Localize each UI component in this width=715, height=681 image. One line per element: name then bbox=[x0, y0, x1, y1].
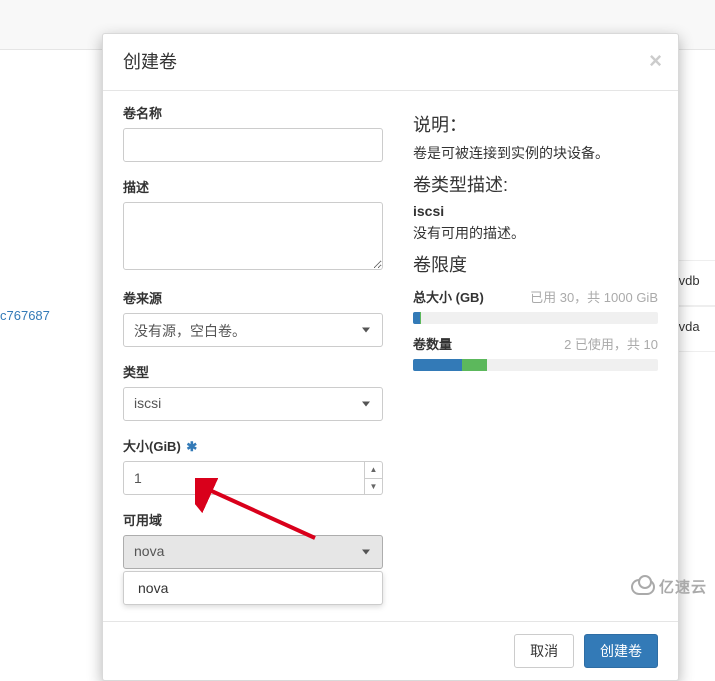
az-select[interactable]: nova bbox=[123, 535, 383, 569]
cloud-icon bbox=[631, 579, 655, 595]
modal-footer: 取消 创建卷 bbox=[103, 621, 678, 680]
close-icon[interactable]: × bbox=[649, 48, 662, 74]
info-column: 说明： 卷是可被连接到实例的块设备。 卷类型描述: iscsi 没有可用的描述。… bbox=[398, 103, 658, 605]
az-dropdown: nova bbox=[123, 571, 383, 605]
name-input[interactable] bbox=[123, 128, 383, 162]
spinner-down-icon[interactable]: ▼ bbox=[364, 479, 382, 495]
quota-size-label: 总大小 (GB) bbox=[413, 287, 484, 306]
field-size: 大小(GiB) ✱ ▲ ▼ bbox=[123, 436, 383, 495]
field-name: 卷名称 bbox=[123, 103, 383, 162]
field-source: 卷来源 没有源，空白卷。 bbox=[123, 288, 383, 347]
quota-count-used bbox=[413, 359, 462, 371]
spinner-up-icon[interactable]: ▲ bbox=[364, 462, 382, 479]
type-heading: 卷类型描述: bbox=[413, 171, 658, 197]
description-label: 描述 bbox=[123, 177, 383, 196]
quota-count-row: 卷数量 2 已使用，共 10 bbox=[413, 334, 658, 353]
az-label: 可用域 bbox=[123, 510, 383, 529]
explain-text: 卷是可被连接到实例的块设备。 bbox=[413, 143, 658, 163]
chevron-down-icon bbox=[362, 328, 370, 333]
quota-count-bar bbox=[413, 359, 658, 371]
watermark-text: 亿速云 bbox=[659, 576, 707, 597]
az-option-nova[interactable]: nova bbox=[124, 572, 382, 604]
type-name: iscsi bbox=[413, 203, 658, 219]
name-label: 卷名称 bbox=[123, 103, 383, 122]
quota-count-add bbox=[462, 359, 487, 371]
chevron-down-icon bbox=[362, 402, 370, 407]
size-label: 大小(GiB) ✱ bbox=[123, 436, 383, 455]
source-value: 没有源，空白卷。 bbox=[134, 323, 246, 339]
quota-count-info: 2 已使用，共 10 bbox=[564, 334, 658, 353]
quota-size-used bbox=[413, 312, 420, 324]
submit-button[interactable]: 创建卷 bbox=[584, 634, 658, 668]
type-desc: 没有可用的描述。 bbox=[413, 223, 658, 243]
type-value: iscsi bbox=[134, 395, 161, 411]
description-input[interactable] bbox=[123, 202, 383, 270]
quota-size-bar bbox=[413, 312, 658, 324]
quota-size-row: 总大小 (GB) 已用 30，共 1000 GiB bbox=[413, 287, 658, 306]
modal-body: 卷名称 描述 卷来源 没有源，空白卷。 类型 iscsi bbox=[103, 91, 678, 621]
az-value: nova bbox=[134, 543, 164, 559]
chevron-down-icon bbox=[362, 550, 370, 555]
create-volume-modal: 创建卷 × 卷名称 描述 卷来源 没有源，空白卷。 类型 bbox=[102, 33, 679, 681]
type-select[interactable]: iscsi bbox=[123, 387, 383, 421]
source-select[interactable]: 没有源，空白卷。 bbox=[123, 313, 383, 347]
quota-size-info: 已用 30，共 1000 GiB bbox=[530, 287, 658, 306]
form-column: 卷名称 描述 卷来源 没有源，空白卷。 类型 iscsi bbox=[123, 103, 398, 605]
field-az: 可用域 nova nova bbox=[123, 510, 383, 605]
field-type: 类型 iscsi bbox=[123, 362, 383, 421]
explain-heading: 说明： bbox=[413, 111, 658, 137]
type-label: 类型 bbox=[123, 362, 383, 381]
quota-count-label: 卷数量 bbox=[413, 334, 452, 353]
modal-header: 创建卷 × bbox=[103, 34, 678, 91]
watermark: 亿速云 bbox=[631, 576, 707, 597]
cancel-button[interactable]: 取消 bbox=[514, 634, 574, 668]
source-label: 卷来源 bbox=[123, 288, 383, 307]
limit-heading: 卷限度 bbox=[413, 251, 658, 277]
size-input[interactable] bbox=[123, 461, 383, 495]
modal-title: 创建卷 bbox=[123, 48, 658, 74]
field-description: 描述 bbox=[123, 177, 383, 273]
required-icon: ✱ bbox=[186, 439, 197, 454]
